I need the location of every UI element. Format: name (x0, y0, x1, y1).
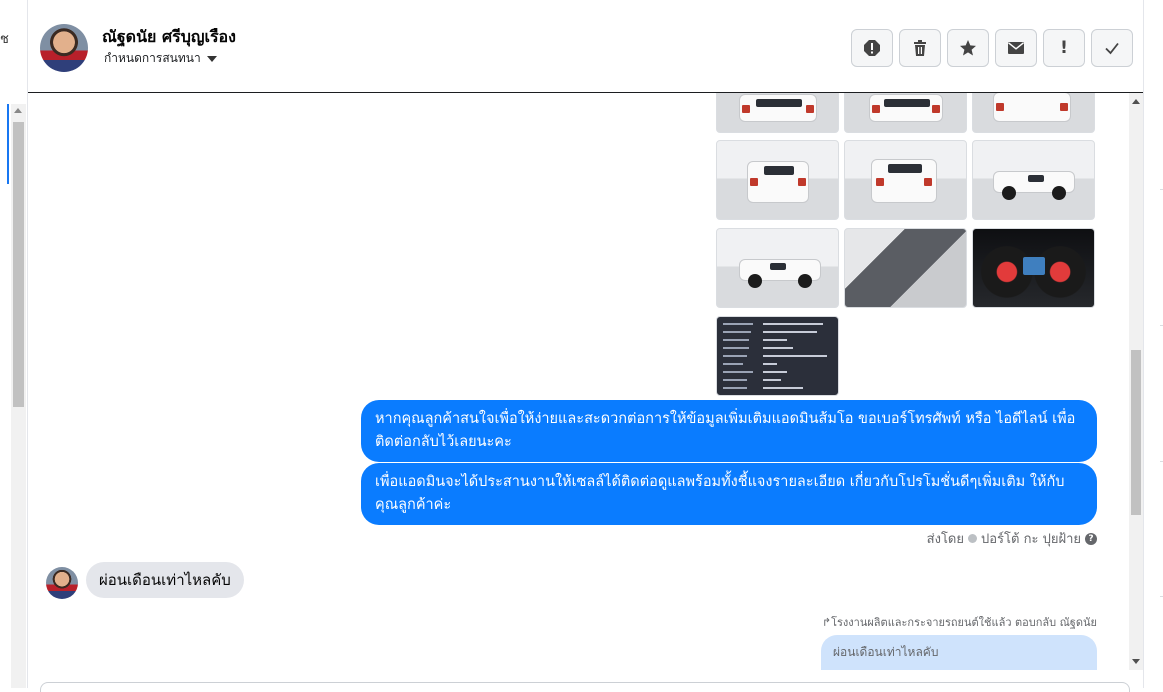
outgoing-message[interactable]: หากคุณลูกค้าสนใจเพื่อให้ง่ายและสะดวกต่อก… (361, 400, 1097, 462)
mark-spam-button[interactable] (851, 29, 893, 67)
photo-attachment[interactable] (844, 228, 967, 308)
avatar[interactable] (40, 24, 88, 72)
scroll-thumb[interactable] (1131, 350, 1141, 515)
header-actions: ! (851, 29, 1133, 67)
photo-attachment[interactable] (716, 316, 839, 396)
photo-attachment[interactable] (972, 93, 1095, 133)
left-panel-glyph: ช (0, 32, 9, 47)
scroll-up-arrow-icon[interactable] (14, 108, 22, 113)
star-button[interactable] (947, 29, 989, 67)
help-icon[interactable]: ? (1085, 532, 1097, 545)
mark-unread-button[interactable] (995, 29, 1037, 67)
photo-attachment[interactable] (972, 228, 1095, 308)
photo-attachment[interactable] (844, 93, 967, 133)
scroll-down-arrow-icon[interactable] (1132, 659, 1140, 664)
outgoing-message[interactable]: เพื่อแอดมินจะได้ประสานงานให้เซลล์ได้ติดต… (361, 463, 1097, 525)
assign-conversation-label: กำหนดการสนทนา (104, 51, 201, 65)
sent-by-info: ส่งโดย ปอร์โต้ กะ ปุยฝ้าย ? (927, 528, 1097, 549)
star-icon (960, 40, 976, 56)
sent-by-label: ส่งโดย (926, 532, 964, 547)
sent-by-name: ปอร์โต้ กะ ปุยฝ้าย (981, 532, 1081, 547)
right-panel-edge (1143, 0, 1163, 688)
active-indicator (7, 104, 9, 184)
incoming-message[interactable]: ผ่อนเดือนเท่าไหลคับ (86, 562, 244, 598)
exclamation-icon: ! (1060, 38, 1068, 58)
photo-attachment[interactable] (716, 140, 839, 220)
checkmark-icon (1105, 42, 1119, 55)
quoted-message-text: ผ่อนเดือนเท่าไหลคับ (833, 645, 939, 659)
photo-attachment[interactable] (844, 140, 967, 220)
left-scrollbar[interactable] (11, 104, 26, 688)
conversation-header: ณัฐดนัย ศรีบุญเรือง กำหนดการสนทนา ! (28, 0, 1143, 93)
contact-name[interactable]: ณัฐดนัย ศรีบุญเรือง (102, 25, 236, 50)
scroll-up-arrow-icon[interactable] (1132, 99, 1140, 104)
spam-icon (864, 40, 880, 56)
quoted-message[interactable]: ผ่อนเดือนเท่าไหลคับ (821, 635, 1097, 670)
photo-attachment[interactable] (972, 140, 1095, 220)
trash-icon (914, 40, 926, 56)
reply-note: ↱โรงงานผลิตและกระจายรถยนต์ใช้แล้ว ตอบกลั… (821, 616, 1097, 629)
message-list[interactable]: หากคุณลูกค้าสนใจเพื่อให้ง่ายและสะดวกต่อก… (28, 93, 1129, 670)
photo-attachment[interactable] (716, 228, 839, 308)
sender-avatar[interactable] (46, 567, 78, 599)
agent-avatar-icon (968, 534, 977, 543)
delete-button[interactable] (899, 29, 941, 67)
photo-attachments (716, 93, 1096, 396)
envelope-icon (1008, 42, 1024, 54)
photo-attachment[interactable] (716, 93, 839, 133)
follow-up-button[interactable]: ! (1043, 29, 1085, 67)
mark-done-button[interactable] (1091, 29, 1133, 67)
caret-down-icon (206, 55, 217, 62)
message-composer[interactable] (40, 682, 1130, 692)
message-scrollbar[interactable] (1129, 93, 1143, 670)
assign-conversation-dropdown[interactable]: กำหนดการสนทนา (104, 49, 217, 68)
scroll-thumb[interactable] (13, 122, 24, 407)
